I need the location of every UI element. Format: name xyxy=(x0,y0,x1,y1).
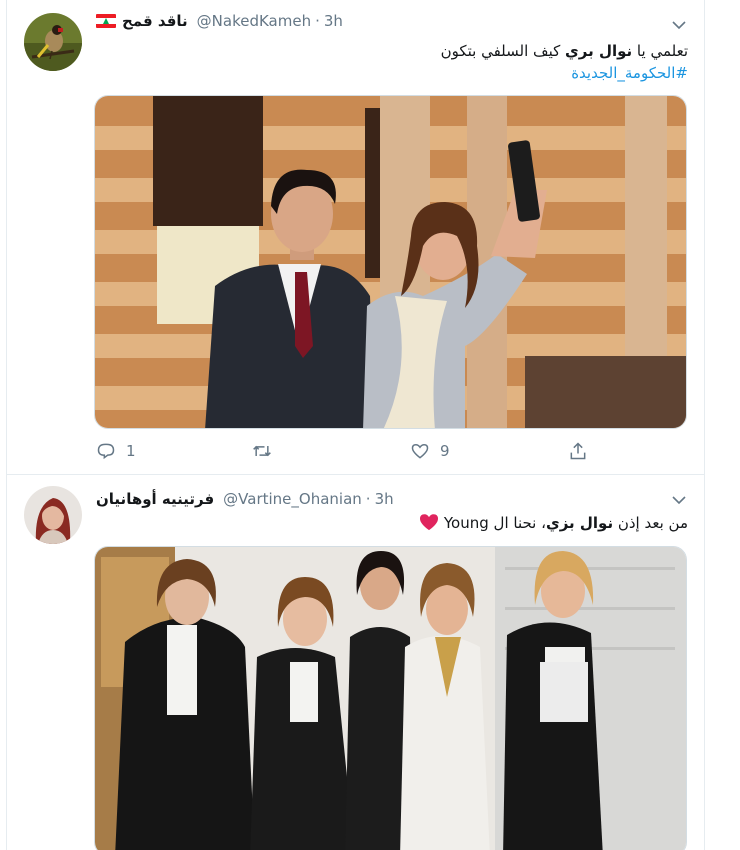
like-button[interactable]: 9 xyxy=(410,441,450,461)
red-heart-emoji xyxy=(420,514,439,531)
tweet-photo[interactable] xyxy=(94,95,687,429)
retweet-icon xyxy=(253,445,271,457)
text-part: كيف السلفي بتكون xyxy=(440,42,566,60)
retweet-button[interactable] xyxy=(251,441,283,461)
chevron-down-icon[interactable] xyxy=(671,19,687,31)
tweet-actions: 1 9 xyxy=(96,441,596,465)
reply-count: 1 xyxy=(126,442,136,460)
share-icon xyxy=(570,442,586,460)
display-name[interactable]: فرتينيه أوهانيان xyxy=(96,490,214,508)
reply-icon xyxy=(97,443,115,460)
hashtag-link[interactable]: #الحكومة_الجديدة xyxy=(96,62,688,84)
timestamp[interactable]: 3h xyxy=(324,12,343,30)
tweet-header: فرتينيه أوهانيان @Vartine_Ohanian · 3h xyxy=(96,490,394,508)
text-bold-name: نوال بري xyxy=(565,42,633,60)
separator-dot: · xyxy=(315,12,320,30)
like-icon xyxy=(411,443,429,459)
reply-button[interactable]: 1 xyxy=(96,441,136,461)
chevron-down-icon[interactable] xyxy=(671,494,687,506)
text-part: من بعد إذن xyxy=(613,514,688,532)
handle[interactable]: @Vartine_Ohanian xyxy=(223,490,362,508)
timeline-border-left xyxy=(6,0,7,850)
timeline-border-right xyxy=(704,0,705,850)
tweet-header: ناقد قمح @NakedKameh · 3h xyxy=(96,12,343,30)
separator-dot: · xyxy=(365,490,371,508)
tweet-text: من بعد إذن نوال بزي، نحنا ال Young xyxy=(96,512,688,534)
like-count: 9 xyxy=(440,442,450,460)
tweet-divider xyxy=(6,474,705,475)
lebanon-flag-icon xyxy=(96,14,116,28)
tweet-photo[interactable] xyxy=(94,546,687,850)
text-bold-name: نوال بزي xyxy=(545,514,614,532)
handle[interactable]: @NakedKameh xyxy=(197,12,311,30)
avatar[interactable] xyxy=(24,13,82,71)
timestamp[interactable]: 3h xyxy=(375,490,394,508)
display-name[interactable]: ناقد قمح xyxy=(122,12,188,30)
text-part: تعلمي يا xyxy=(632,42,688,60)
text-part: ، نحنا ال Young xyxy=(443,514,546,532)
share-button[interactable] xyxy=(568,441,598,461)
tweet-text: تعلمي يا نوال بري كيف السلفي بتكون xyxy=(96,40,688,62)
avatar[interactable] xyxy=(24,486,82,544)
